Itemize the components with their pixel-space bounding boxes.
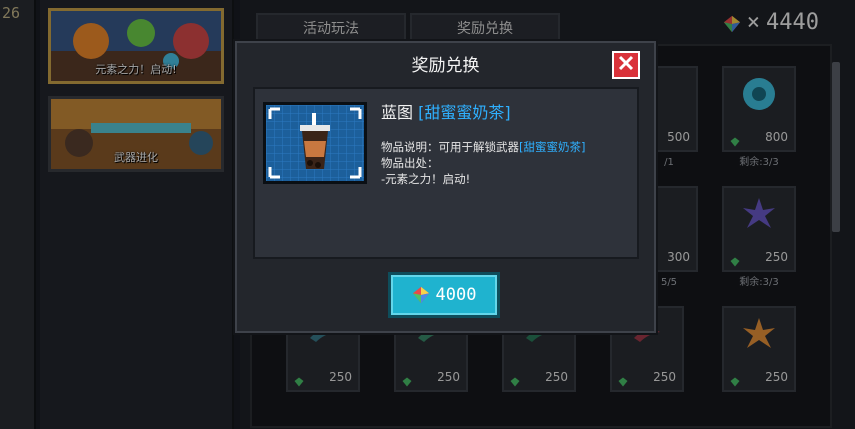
gem-icon	[412, 286, 430, 304]
exchange-price: 4000	[435, 285, 477, 305]
blueprint-thumbnail	[263, 102, 367, 184]
item-type: 蓝图	[381, 103, 414, 122]
milk-tea-icon	[266, 105, 364, 181]
close-icon	[618, 55, 634, 75]
source-label: 物品出处：	[381, 156, 439, 170]
item-description: 物品说明：可用于解锁武器[甜蜜蜜奶茶] 物品出处： -元素之力！启动!	[381, 139, 631, 187]
source-value: -元素之力！启动!	[381, 172, 471, 186]
dialog-title: 奖励兑换	[411, 56, 480, 76]
desc-item-name: [甜蜜蜜奶茶]	[519, 140, 586, 154]
desc-label: 物品说明：可用于解锁武器	[381, 140, 519, 154]
item-name-highlight: [甜蜜蜜奶茶]	[418, 103, 511, 122]
item-name: 蓝图 [甜蜜蜜奶茶]	[381, 99, 511, 123]
reward-exchange-dialog: 奖励兑换 蓝图 [甜蜜蜜奶茶] 物品说明：可用于解锁武器[甜蜜蜜奶茶] 物品出处…	[235, 41, 656, 333]
close-button[interactable]	[612, 51, 640, 79]
item-info-panel: 蓝图 [甜蜜蜜奶茶] 物品说明：可用于解锁武器[甜蜜蜜奶茶] 物品出处： -元素…	[253, 87, 639, 259]
exchange-button[interactable]: 4000	[388, 272, 500, 318]
